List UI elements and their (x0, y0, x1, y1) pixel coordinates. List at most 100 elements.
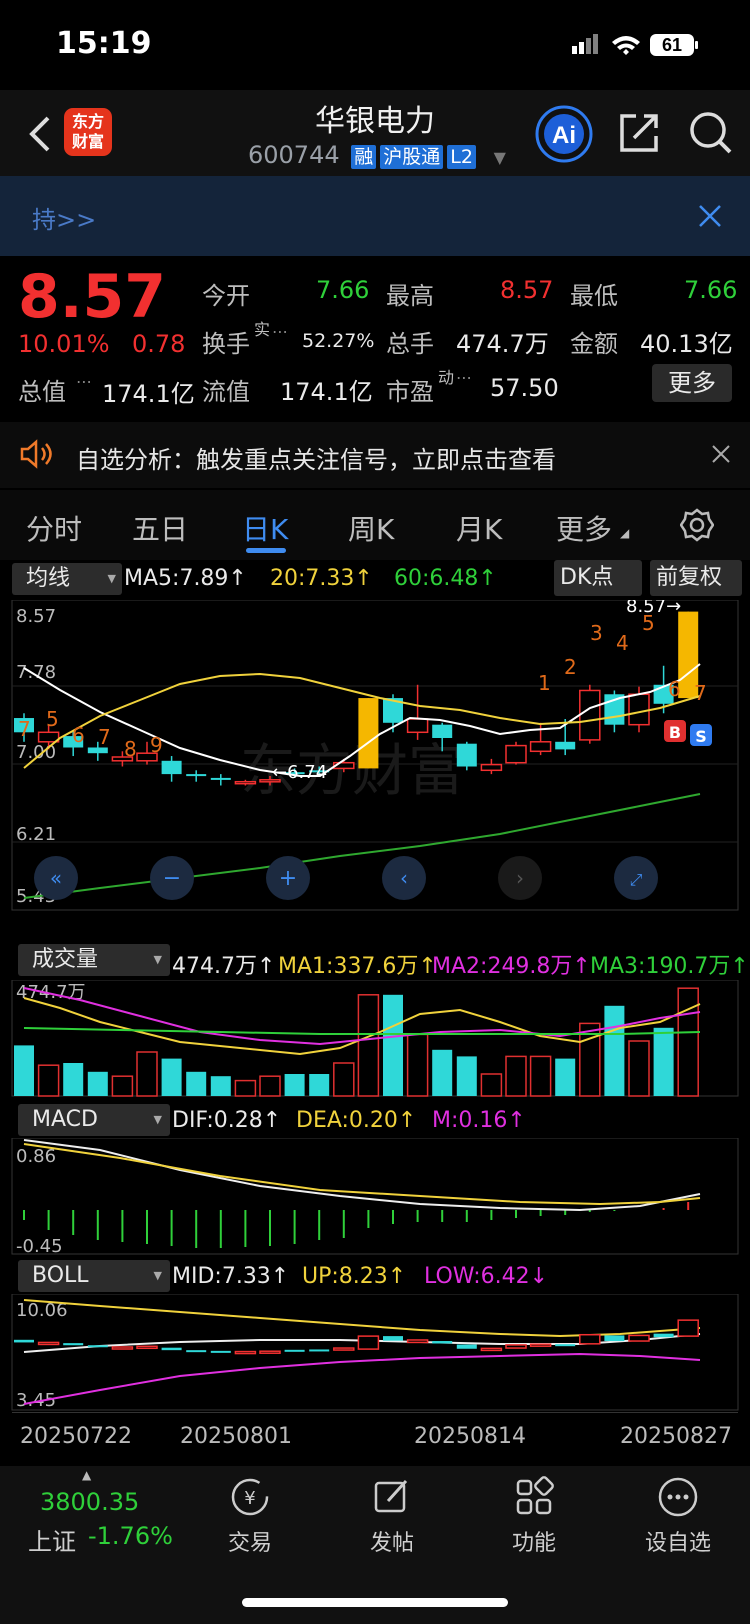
post-button[interactable]: 发帖 (342, 1475, 442, 1557)
dropdown-icon: ▼ (153, 1113, 162, 1126)
candle (555, 741, 576, 750)
volume-bar (210, 1076, 231, 1096)
volume-bar (14, 1045, 34, 1096)
boll-candle (357, 1335, 380, 1350)
kline-chart[interactable]: 东方财富 8.57 7.78 7.00 6.21 5.43 7 56 7 8 9 123… (0, 600, 750, 912)
macd-dea: DEA:0.20↑ (296, 1108, 417, 1133)
boll-candle (604, 1335, 625, 1342)
logo-line-1: 东方 (71, 112, 104, 131)
high-value: 8.57 (500, 276, 554, 304)
signal-icon (572, 34, 598, 54)
macd-dif: DIF:0.28↑ (172, 1108, 282, 1133)
tab-daily-k[interactable]: 日K (242, 508, 288, 548)
macd-selector[interactable]: MACD ▼ (18, 1104, 170, 1136)
info-icon[interactable]: ⋯ (76, 372, 92, 391)
volume-value: 474.7万 (456, 330, 549, 358)
close-icon[interactable] (698, 204, 722, 228)
volume-bar (234, 1079, 257, 1097)
promo-banner[interactable] (0, 176, 750, 256)
volume-chart[interactable]: 474.7万 (0, 980, 750, 1098)
open-value: 7.66 (316, 276, 370, 304)
chart-controls[interactable]: « − + ‹ › ⤢ (34, 856, 658, 900)
more-button[interactable]: 更多 (652, 364, 732, 402)
boll-low: LOW:6.42↓ (424, 1264, 549, 1289)
status-icons: 61 (572, 34, 698, 56)
svg-text:6: 6 (668, 677, 681, 701)
boll-bottom-label: 3.45 (16, 1390, 56, 1411)
info-icon[interactable]: ⋯ (272, 322, 288, 341)
edit-icon (374, 1479, 408, 1513)
banner-text[interactable]: 持>> (32, 200, 96, 235)
boll-candle (653, 1333, 674, 1338)
ma5-value: MA5:7.89↑ (124, 566, 247, 591)
turnover-value: 52.27% (302, 330, 375, 352)
amount-label: 金额 (570, 330, 618, 358)
boll-candle (677, 1319, 699, 1337)
candle (234, 780, 257, 785)
notice-text[interactable]: 自选分析：触发重点关注信号，立即点击查看 (76, 440, 556, 475)
stock-name: 华银电力 (315, 104, 435, 139)
candle (456, 743, 477, 767)
ma60-line (23, 793, 701, 899)
boll-candle (555, 1344, 576, 1347)
tab-monthly-k[interactable]: 月K (456, 508, 502, 548)
boll-candle (259, 1350, 281, 1354)
boll-candle (309, 1349, 330, 1352)
volume-bar (259, 1075, 281, 1097)
tab-five-day[interactable]: 五日 (132, 508, 188, 548)
stock-code-row[interactable]: 600744 融沪股通 L2 ▼ (248, 141, 506, 169)
boll-candle (210, 1350, 231, 1353)
ai-button[interactable]: Ai (534, 104, 594, 164)
boll-candle (14, 1339, 34, 1343)
stock-code: 600744 (248, 141, 340, 169)
svg-text:7: 7 (18, 717, 31, 741)
boll-up: UP:8.23↑ (302, 1264, 407, 1289)
boll-selector-label: BOLL (32, 1263, 89, 1288)
volume-bar (555, 1058, 576, 1096)
index-value[interactable]: 3800.35 (40, 1488, 139, 1516)
boll-candle (111, 1346, 134, 1350)
close-icon[interactable] (712, 445, 730, 463)
volume-bar (383, 994, 403, 1096)
tag-connect: 沪股通 (380, 145, 444, 169)
trade-button[interactable]: ¥ 交易 (200, 1475, 300, 1557)
pe-value: 57.50 (490, 374, 559, 402)
boll-chart[interactable]: 10.06 3.45 (0, 1294, 750, 1412)
watchlist-label: 设自选 (644, 1531, 711, 1556)
amount-value: 40.13亿 (640, 330, 733, 358)
tab-weekly-k[interactable]: 周K (348, 508, 394, 548)
volume-bar (87, 1071, 108, 1096)
tab-intraday[interactable]: 分时 (26, 508, 82, 548)
adjust-button[interactable]: 前复权 (650, 560, 742, 596)
svg-text:3: 3 (590, 621, 603, 645)
volume-bar (333, 1062, 355, 1097)
caret-icon: ◢ (620, 526, 630, 540)
date-label-1: 20250722 (20, 1424, 132, 1449)
svg-text:›: › (516, 866, 524, 890)
ma-selector[interactable]: 均线 ▼ (12, 563, 122, 595)
svg-text:‹: ‹ (400, 866, 408, 890)
expand-caret-icon[interactable]: ▲ (82, 1468, 91, 1482)
volume-selector[interactable]: 成交量 ▼ (18, 944, 170, 976)
search-icon[interactable] (686, 108, 736, 158)
low-label: 最低 (570, 282, 618, 310)
macd-chart[interactable]: 0.86 -0.45 (0, 1138, 750, 1256)
macd-bottom-label: -0.45 (16, 1236, 63, 1256)
gear-icon[interactable] (680, 508, 714, 542)
boll-selector[interactable]: BOLL ▼ (18, 1260, 170, 1292)
volume-bar (653, 1027, 674, 1096)
vol-ma1: MA1:337.6万↑ (278, 954, 437, 979)
dk-button[interactable]: DK点 (554, 560, 642, 596)
candle (529, 741, 552, 753)
turnover-sup: 实 (254, 320, 271, 339)
tab-more[interactable]: 更多 (556, 508, 612, 548)
functions-button[interactable]: 功能 (484, 1475, 584, 1557)
pe-sup: 动 (438, 368, 455, 387)
info-icon[interactable]: ⋯ (456, 368, 472, 387)
watchlist-button[interactable]: 设自选 (628, 1475, 728, 1557)
volume-bar (480, 1073, 503, 1097)
back-arrow-icon[interactable] (26, 114, 56, 154)
share-icon[interactable] (616, 110, 662, 156)
boll-candle (234, 1350, 257, 1355)
open-label: 今开 (202, 282, 250, 310)
